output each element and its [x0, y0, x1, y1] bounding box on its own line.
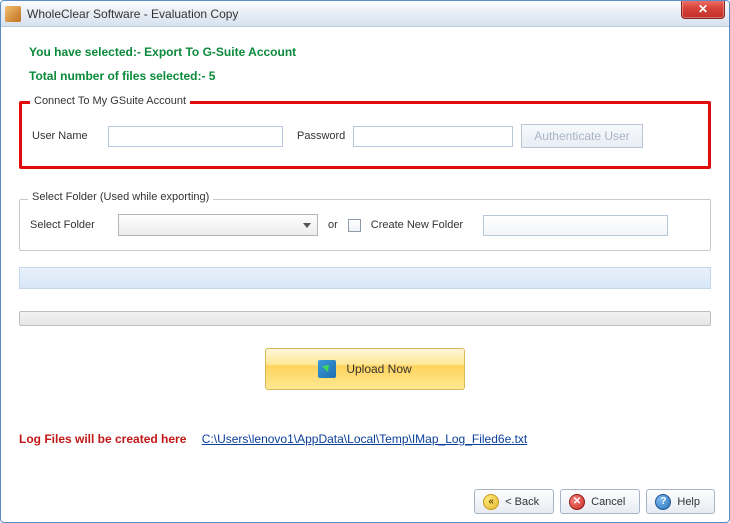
progress-bar: [19, 311, 711, 326]
select-folder-combo[interactable]: [118, 214, 318, 236]
upload-button[interactable]: Upload Now: [265, 348, 465, 390]
log-path-link[interactable]: C:\Users\lenovo1\AppData\Local\Temp\IMap…: [202, 432, 528, 446]
connect-group: Connect To My GSuite Account User Name P…: [19, 101, 711, 169]
username-input[interactable]: [108, 126, 283, 147]
password-label: Password: [297, 130, 345, 142]
app-icon: [5, 6, 21, 22]
titlebar: WholeClear Software - Evaluation Copy ✕: [1, 1, 729, 27]
window-title: WholeClear Software - Evaluation Copy: [27, 7, 238, 21]
password-input[interactable]: [353, 126, 513, 147]
back-button[interactable]: « < Back: [474, 489, 554, 514]
help-icon: ?: [655, 494, 671, 510]
cancel-label: Cancel: [591, 496, 625, 508]
footer-buttons: « < Back ✕ Cancel ? Help: [474, 489, 715, 514]
new-folder-input[interactable]: [483, 215, 668, 236]
close-button[interactable]: ✕: [681, 0, 725, 19]
help-label: Help: [677, 496, 700, 508]
back-icon: «: [483, 494, 499, 510]
cancel-icon: ✕: [569, 494, 585, 510]
app-window: WholeClear Software - Evaluation Copy ✕ …: [0, 0, 730, 523]
or-label: or: [328, 219, 338, 231]
help-button[interactable]: ? Help: [646, 489, 715, 514]
status-strip: [19, 267, 711, 289]
back-label: < Back: [505, 496, 539, 508]
content-area: You have selected:- Export To G-Suite Ac…: [1, 27, 729, 454]
upload-icon: [318, 360, 336, 378]
create-folder-label: Create New Folder: [371, 219, 463, 231]
connect-group-title: Connect To My GSuite Account: [30, 95, 190, 107]
file-count-info: Total number of files selected:- 5: [29, 69, 711, 83]
select-folder-label: Select Folder: [30, 219, 108, 231]
log-line: Log Files will be created here C:\Users\…: [19, 432, 711, 446]
folder-group-title: Select Folder (Used while exporting): [28, 191, 213, 203]
folder-group: Select Folder (Used while exporting) Sel…: [19, 199, 711, 251]
upload-label: Upload Now: [346, 362, 411, 376]
cancel-button[interactable]: ✕ Cancel: [560, 489, 640, 514]
selected-info: You have selected:- Export To G-Suite Ac…: [29, 45, 711, 59]
close-icon: ✕: [698, 2, 708, 16]
username-label: User Name: [32, 130, 100, 142]
authenticate-button[interactable]: Authenticate User: [521, 124, 642, 148]
log-label: Log Files will be created here: [19, 432, 186, 446]
create-folder-checkbox[interactable]: [348, 219, 361, 232]
